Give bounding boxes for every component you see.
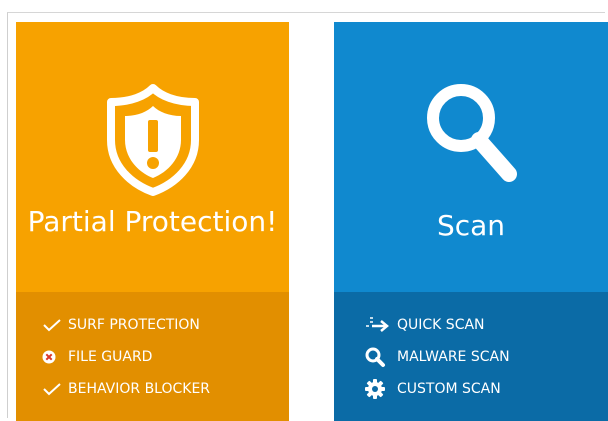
scan-title: Scan (436, 209, 506, 242)
quick-scan-arrows-icon (364, 314, 390, 336)
checkmark-icon (42, 378, 64, 400)
custom-scan-link[interactable]: CUSTOM SCAN (364, 378, 501, 400)
protection-status-list: SURF PROTECTION FILE GUARD BEHAVIOR BLOC… (16, 292, 289, 421)
file-guard-label: FILE GUARD (68, 349, 153, 365)
error-x-icon (42, 346, 64, 368)
custom-scan-label: CUSTOM SCAN (397, 381, 501, 397)
protection-tile[interactable]: Partial Protection! SURF PROTECTION FILE… (16, 22, 289, 421)
quick-scan-link[interactable]: QUICK SCAN (364, 314, 485, 336)
protection-tile-header[interactable]: Partial Protection! (16, 22, 289, 292)
surf-protection-item[interactable]: SURF PROTECTION (42, 314, 200, 336)
file-guard-item[interactable]: FILE GUARD (42, 346, 152, 368)
surf-protection-label: SURF PROTECTION (68, 317, 200, 333)
scan-tile-header[interactable]: Scan (334, 22, 608, 292)
malware-scan-label: MALWARE SCAN (397, 349, 510, 365)
magnifier-icon (334, 78, 608, 192)
gear-icon (364, 378, 390, 400)
shield-exclamation-icon (16, 84, 289, 200)
quick-scan-label: QUICK SCAN (397, 317, 485, 333)
checkmark-icon (42, 314, 64, 336)
scan-tile[interactable]: Scan QUICK SCAN MALWARE SCAN CUSTOM SCAN (334, 22, 608, 421)
search-icon (364, 346, 390, 368)
malware-scan-link[interactable]: MALWARE SCAN (364, 346, 510, 368)
protection-title: Partial Protection! (27, 205, 278, 238)
scan-options-list: QUICK SCAN MALWARE SCAN CUSTOM SCAN (334, 292, 608, 421)
behavior-blocker-label: BEHAVIOR BLOCKER (68, 381, 211, 397)
behavior-blocker-item[interactable]: BEHAVIOR BLOCKER (42, 378, 210, 400)
